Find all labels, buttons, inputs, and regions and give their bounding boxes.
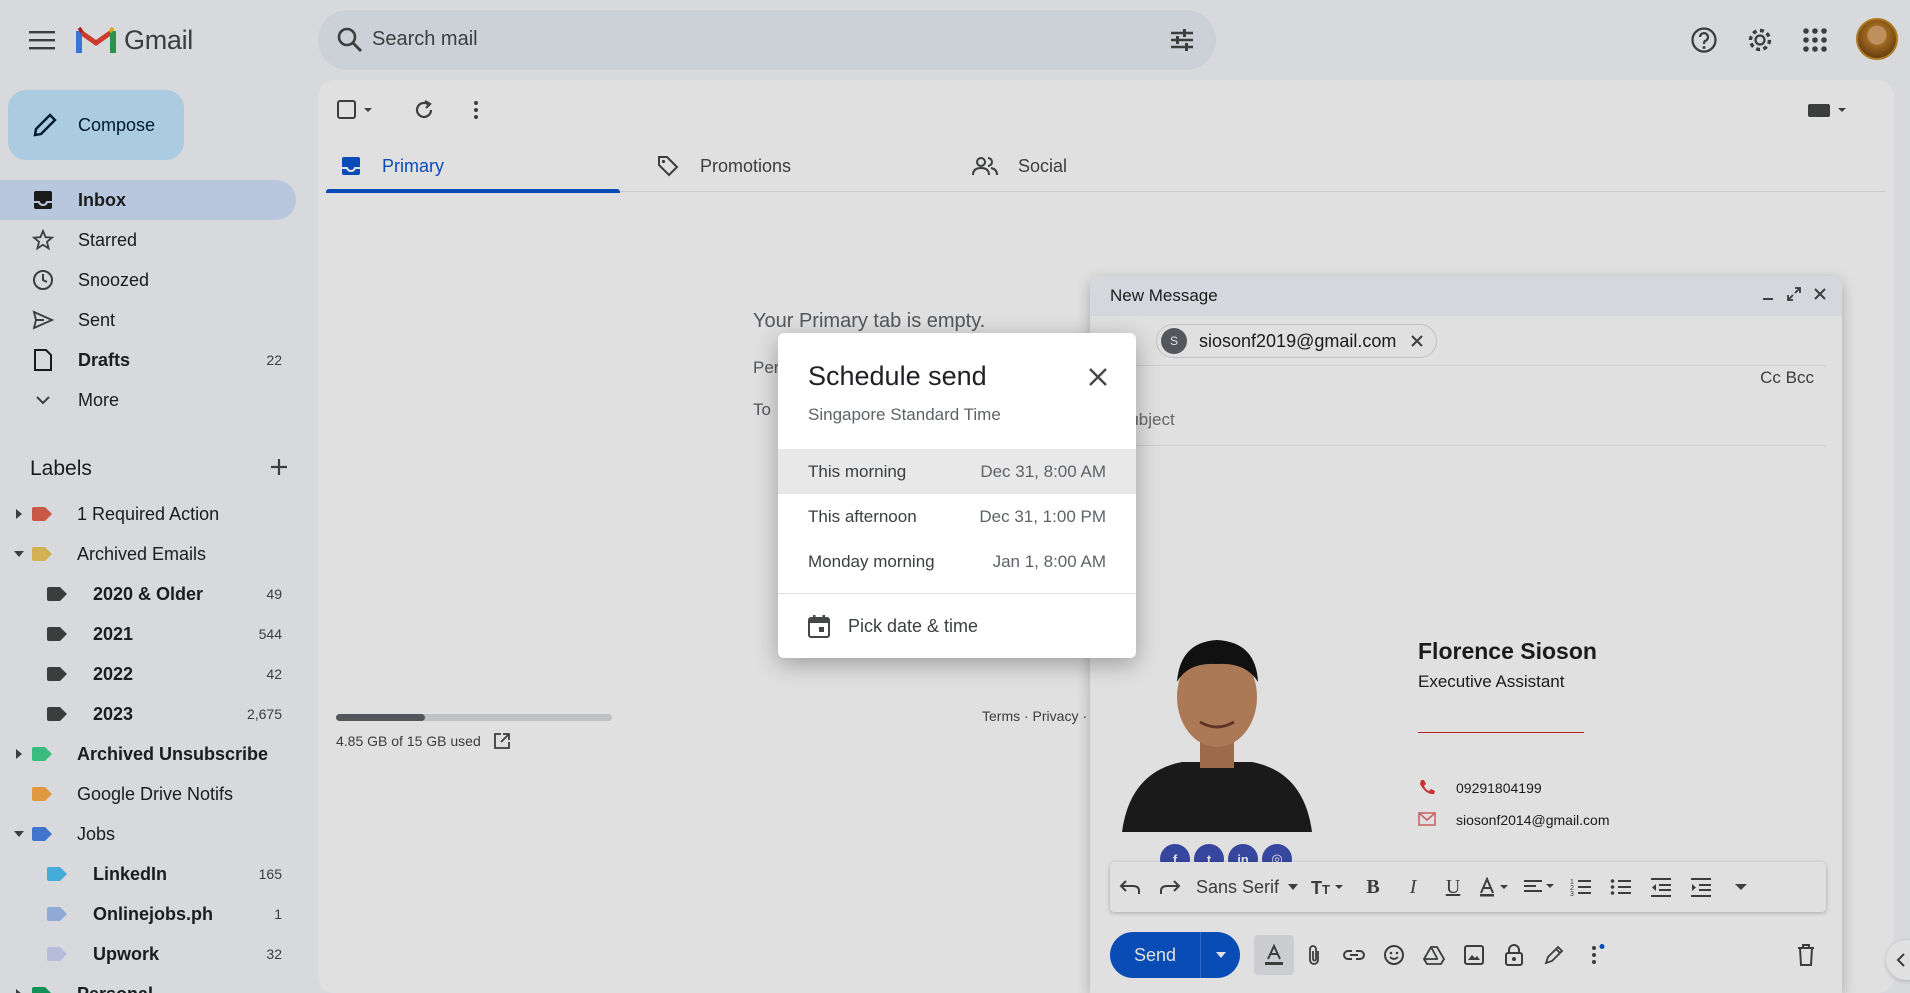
close-icon[interactable]	[1082, 361, 1114, 393]
schedule-option-this-morning[interactable]: This morning Dec 31, 8:00 AM	[778, 449, 1136, 494]
option-label: This morning	[808, 461, 907, 481]
dialog-timezone: Singapore Standard Time	[808, 405, 1001, 424]
schedule-option-this-afternoon[interactable]: This afternoon Dec 31, 1:00 PM	[778, 494, 1136, 539]
calendar-icon	[808, 614, 830, 638]
pick-date-time-button[interactable]: Pick date & time	[808, 605, 978, 647]
option-label: Monday morning	[808, 551, 935, 571]
dialog-divider	[778, 593, 1136, 594]
schedule-options: This morning Dec 31, 8:00 AM This aftern…	[778, 449, 1136, 584]
dialog-title: Schedule send	[808, 361, 987, 391]
option-date: Jan 1, 8:00 AM	[992, 551, 1106, 571]
pick-date-time-label: Pick date & time	[848, 615, 979, 636]
schedule-option-monday-morning[interactable]: Monday morning Jan 1, 8:00 AM	[778, 539, 1136, 584]
schedule-send-dialog: Schedule send Singapore Standard Time Th…	[778, 333, 1136, 658]
option-label: This afternoon	[808, 506, 917, 526]
option-date: Dec 31, 8:00 AM	[980, 461, 1106, 481]
option-date: Dec 31, 1:00 PM	[979, 506, 1106, 526]
